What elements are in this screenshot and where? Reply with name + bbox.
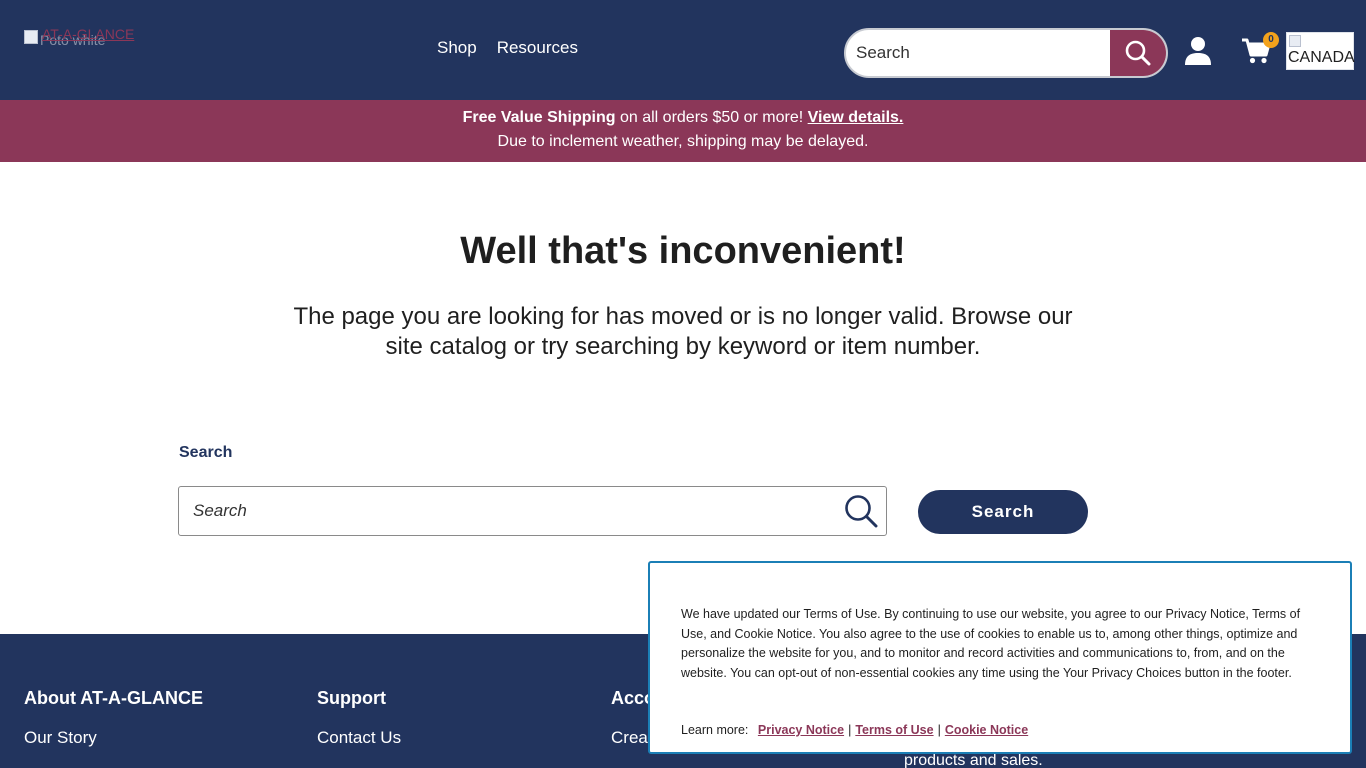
page-root: Poto white AT-A-GLANCE Shop Resources Se… <box>0 0 1366 768</box>
site-logo[interactable]: Poto white AT-A-GLANCE <box>24 26 146 48</box>
site-header: Poto white AT-A-GLANCE Shop Resources Se… <box>0 0 1366 100</box>
link-separator: | <box>937 723 941 737</box>
cookie-notice-link[interactable]: Cookie Notice <box>945 723 1028 737</box>
main-nav: Shop Resources <box>437 38 578 58</box>
promo-strong: Free Value Shipping <box>462 109 616 126</box>
terms-of-use-link[interactable]: Terms of Use <box>855 723 933 737</box>
header-search-button[interactable] <box>1110 30 1166 76</box>
nav-resources[interactable]: Resources <box>497 38 578 58</box>
footer-heading: Support <box>317 688 386 708</box>
footer-link[interactable]: Creat <box>611 728 653 748</box>
page-title: Well that's inconvenient! <box>460 230 906 272</box>
country-selector[interactable]: CANADA <box>1286 32 1355 70</box>
promo-line-2: Due to inclement weather, shipping may b… <box>497 133 869 150</box>
privacy-notice-link[interactable]: Privacy Notice <box>758 723 844 737</box>
promo-bar: Free Value Shipping on all orders $50 or… <box>0 100 1366 162</box>
cookie-learn-more: Learn more: Privacy Notice | Terms of Use |… <box>681 723 1028 737</box>
main-search-box <box>178 486 887 536</box>
flag-icon <box>1289 35 1301 47</box>
cart-button[interactable]: 0 <box>1240 32 1279 66</box>
link-separator: | <box>848 723 852 737</box>
main-search-button[interactable]: Search <box>918 490 1088 534</box>
cookie-banner: We have updated our Terms of Use. By con… <box>648 561 1352 754</box>
nav-shop[interactable]: Shop <box>437 38 477 58</box>
promo-details-link[interactable]: View details. <box>808 109 904 126</box>
footer-link[interactable]: Contact Us <box>317 728 401 748</box>
promo-line-1: Free Value Shipping on all orders $50 or… <box>0 109 1366 127</box>
header-search <box>844 28 1168 78</box>
logo-alt-text: AT-A-GLANCE <box>42 26 135 42</box>
page-description: The page you are looking for has moved o… <box>293 303 1073 360</box>
footer-heading: About AT-A-GLANCE <box>24 688 203 708</box>
magnifier-icon[interactable] <box>844 494 878 528</box>
learn-more-label: Learn more: <box>681 723 749 737</box>
promo-text: on all orders $50 or more! <box>615 109 808 126</box>
search-label: Search <box>179 444 233 461</box>
user-icon <box>1185 37 1211 65</box>
footer-col-about: About AT-A-GLANCE Our Story <box>24 688 203 747</box>
footer-col-support: Support Contact Us <box>317 688 401 747</box>
account-button[interactable] <box>1184 36 1212 66</box>
cookie-text: We have updated our Terms of Use. By con… <box>681 607 1301 680</box>
header-search-input[interactable] <box>856 30 1116 76</box>
broken-image-icon <box>24 30 38 44</box>
search-icon <box>1125 40 1151 66</box>
footer-link[interactable]: Our Story <box>24 728 97 748</box>
country-label: CANADA <box>1288 49 1355 66</box>
main-search-input[interactable] <box>193 487 833 535</box>
footer-extra-text: products and sales. <box>904 752 1043 768</box>
cart-count-badge: 0 <box>1263 32 1279 48</box>
